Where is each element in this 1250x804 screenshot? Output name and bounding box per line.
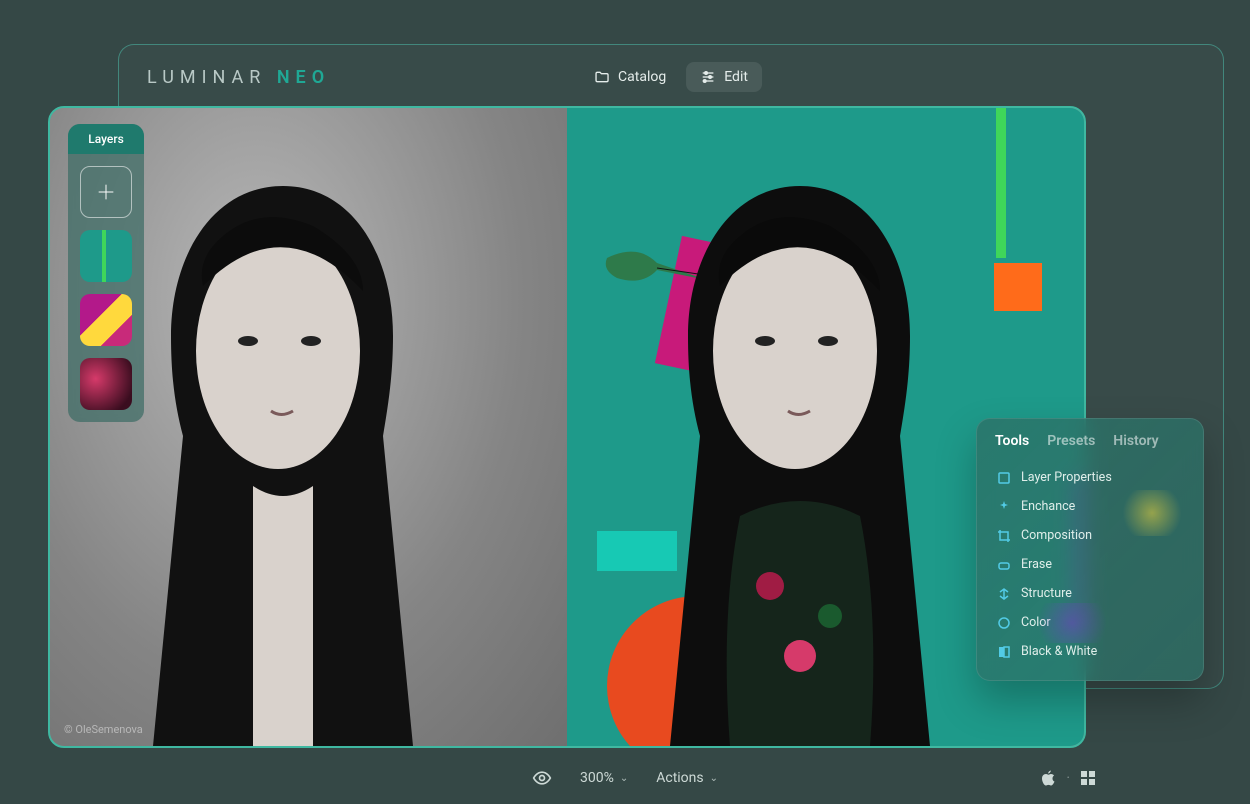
visibility-toggle[interactable] — [532, 768, 552, 788]
sliders-icon — [700, 69, 716, 85]
tab-edit-label: Edit — [724, 69, 748, 85]
tool-label: Layer Properties — [1021, 470, 1112, 485]
layer-thumb-2[interactable] — [80, 294, 132, 346]
hummingbird-icon — [597, 238, 717, 298]
tab-tools[interactable]: Tools — [995, 433, 1029, 449]
tool-enhance[interactable]: Enchance — [987, 492, 1193, 521]
eraser-icon — [997, 558, 1011, 572]
tool-black-white[interactable]: Black & White — [987, 637, 1193, 666]
windows-icon — [1080, 770, 1096, 786]
top-bar: LUMINAR NEO Catalog Edit — [119, 45, 1223, 109]
zoom-control[interactable]: 300% ⌄ — [580, 770, 628, 786]
separator-dot: · — [1066, 770, 1070, 786]
tab-edit[interactable]: Edit — [686, 62, 762, 92]
folder-icon — [594, 69, 610, 85]
mode-tabs: Catalog Edit — [580, 62, 762, 92]
tool-composition[interactable]: Composition — [987, 521, 1193, 550]
tab-presets[interactable]: Presets — [1047, 433, 1095, 449]
tool-label: Color — [1021, 615, 1051, 630]
logo-main: LUMINAR — [147, 67, 266, 88]
actions-label: Actions — [656, 770, 703, 786]
tool-structure[interactable]: Structure — [987, 579, 1193, 608]
layers-title: Layers — [68, 124, 144, 154]
chevron-down-icon: ⌄ — [710, 773, 718, 784]
tool-label: Erase — [1021, 557, 1052, 572]
image-credit: © OleSemenova — [64, 723, 143, 736]
layer-thumb-3[interactable] — [80, 358, 132, 410]
canvas-before[interactable]: © OleSemenova Layers — [50, 108, 567, 746]
logo-sub: NEO — [277, 67, 330, 88]
platform-icons: · — [1040, 769, 1096, 787]
layers-panel: Layers — [68, 124, 144, 422]
layer-thumb-1[interactable] — [80, 230, 132, 282]
contrast-icon — [997, 645, 1011, 659]
structure-icon — [997, 587, 1011, 601]
tool-erase[interactable]: Erase — [987, 550, 1193, 579]
tab-catalog-label: Catalog — [618, 69, 666, 85]
zoom-value: 300% — [580, 770, 614, 786]
sparkle-icon — [997, 500, 1011, 514]
tool-label: Enchance — [1021, 499, 1075, 514]
tool-label: Composition — [1021, 528, 1092, 543]
deco-orange-square — [994, 263, 1042, 311]
deco-green-line — [996, 108, 1006, 258]
square-icon — [997, 471, 1011, 485]
tool-layer-properties[interactable]: Layer Properties — [987, 463, 1193, 492]
app-logo: LUMINAR NEO — [147, 67, 330, 88]
color-icon — [997, 616, 1011, 630]
deco-flower-rose — [822, 660, 901, 731]
tools-panel: Tools Presets History Layer Properties E… — [976, 418, 1204, 681]
chevron-down-icon: ⌄ — [620, 773, 628, 784]
crop-icon — [997, 529, 1011, 543]
tab-history[interactable]: History — [1113, 433, 1158, 449]
apple-icon — [1040, 769, 1056, 787]
plus-icon — [95, 181, 117, 203]
tab-catalog[interactable]: Catalog — [580, 62, 680, 92]
actions-menu[interactable]: Actions ⌄ — [656, 770, 718, 786]
tool-color[interactable]: Color — [987, 608, 1193, 637]
tool-label: Black & White — [1021, 644, 1097, 659]
tools-list: Layer Properties Enchance Composition Er… — [977, 459, 1203, 680]
editor-window: © OleSemenova Layers — [48, 106, 1086, 748]
bottom-bar: 300% ⌄ Actions ⌄ · — [0, 768, 1250, 788]
eye-icon — [532, 768, 552, 788]
deco-teal-square — [597, 531, 677, 571]
tools-panel-tabs: Tools Presets History — [977, 419, 1203, 459]
tool-label: Structure — [1021, 586, 1072, 601]
add-layer-button[interactable] — [80, 166, 132, 218]
